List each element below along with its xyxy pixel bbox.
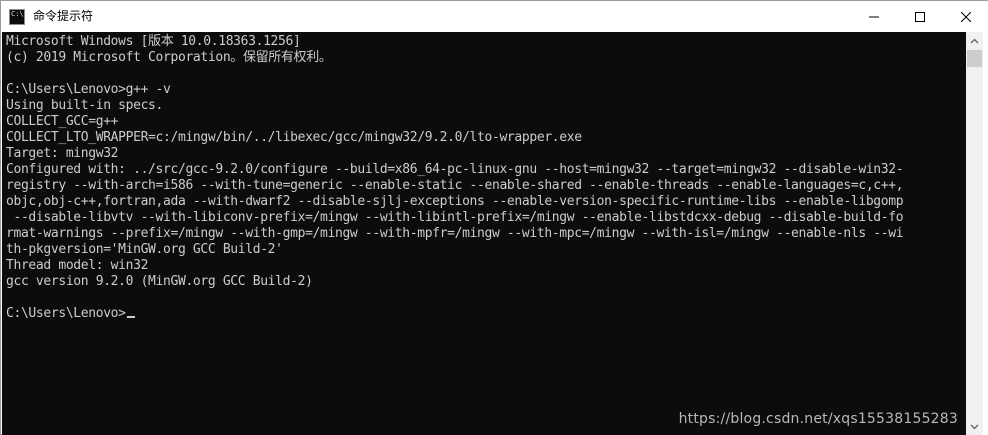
console-line: --disable-libvtv --with-libiconv-prefix=… xyxy=(6,210,904,225)
console-line: rmat-warnings --prefix=/mingw --with-gmp… xyxy=(6,226,904,241)
console-line: Target: mingw32 xyxy=(6,146,119,161)
scroll-down-button[interactable] xyxy=(966,418,983,435)
vertical-scrollbar[interactable] xyxy=(966,32,983,435)
console-text: Microsoft Windows [版本 10.0.18363.1256] (c… xyxy=(2,32,966,322)
cmd-app-icon-text: C:\ xyxy=(11,9,24,18)
console-output-area[interactable]: Microsoft Windows [版本 10.0.18363.1256] (c… xyxy=(2,32,966,435)
maximize-icon xyxy=(915,11,925,22)
console-line: Microsoft Windows [版本 10.0.18363.1256] xyxy=(6,34,301,49)
console-line: objc,obj-c++,fortran,ada --with-dwarf2 -… xyxy=(6,194,904,209)
watermark-url: https://blog.csdn.net/xqs15538155283 xyxy=(678,411,958,427)
console-line: COLLECT_GCC=g++ xyxy=(6,114,119,129)
prompt-line[interactable]: C:\Users\Lenovo> xyxy=(6,306,966,322)
console-line: C:\Users\Lenovo>g++ -v xyxy=(6,82,171,97)
command-prompt-window: C:\ 命令提示符 Microsoft Windows [版本 10.0.183… xyxy=(0,0,988,435)
console-line: (c) 2019 Microsoft Corporation。保留所有权利。 xyxy=(6,50,332,65)
console-line: gcc version 9.2.0 (MinGW.org GCC Build-2… xyxy=(6,274,313,289)
console-line: Configured with: ../src/gcc-9.2.0/config… xyxy=(6,162,904,177)
close-button[interactable] xyxy=(943,1,988,32)
scroll-up-button[interactable] xyxy=(966,32,983,49)
text-cursor xyxy=(126,316,135,318)
window-right-edge xyxy=(983,32,988,435)
console-line: COLLECT_LTO_WRAPPER=c:/mingw/bin/../libe… xyxy=(6,130,582,145)
scrollbar-thumb[interactable] xyxy=(967,50,982,67)
chevron-down-icon xyxy=(970,424,979,429)
console-line: th-pkgversion='MinGW.org GCC Build-2' xyxy=(6,242,283,257)
console-line: Thread model: win32 xyxy=(6,258,149,273)
prompt-text: C:\Users\Lenovo> xyxy=(6,306,126,321)
title-bar[interactable]: C:\ 命令提示符 xyxy=(1,1,988,32)
close-icon xyxy=(961,11,971,22)
console-line: Using built-in specs. xyxy=(6,98,164,113)
window-controls xyxy=(851,1,988,32)
cmd-app-icon[interactable]: C:\ xyxy=(9,8,25,25)
chevron-up-icon xyxy=(970,38,979,43)
console-line: registry --with-arch=i586 --with-tune=ge… xyxy=(6,178,904,193)
maximize-button[interactable] xyxy=(897,1,943,32)
minimize-icon xyxy=(869,16,879,17)
window-title: 命令提示符 xyxy=(33,9,94,23)
minimize-button[interactable] xyxy=(851,1,897,32)
